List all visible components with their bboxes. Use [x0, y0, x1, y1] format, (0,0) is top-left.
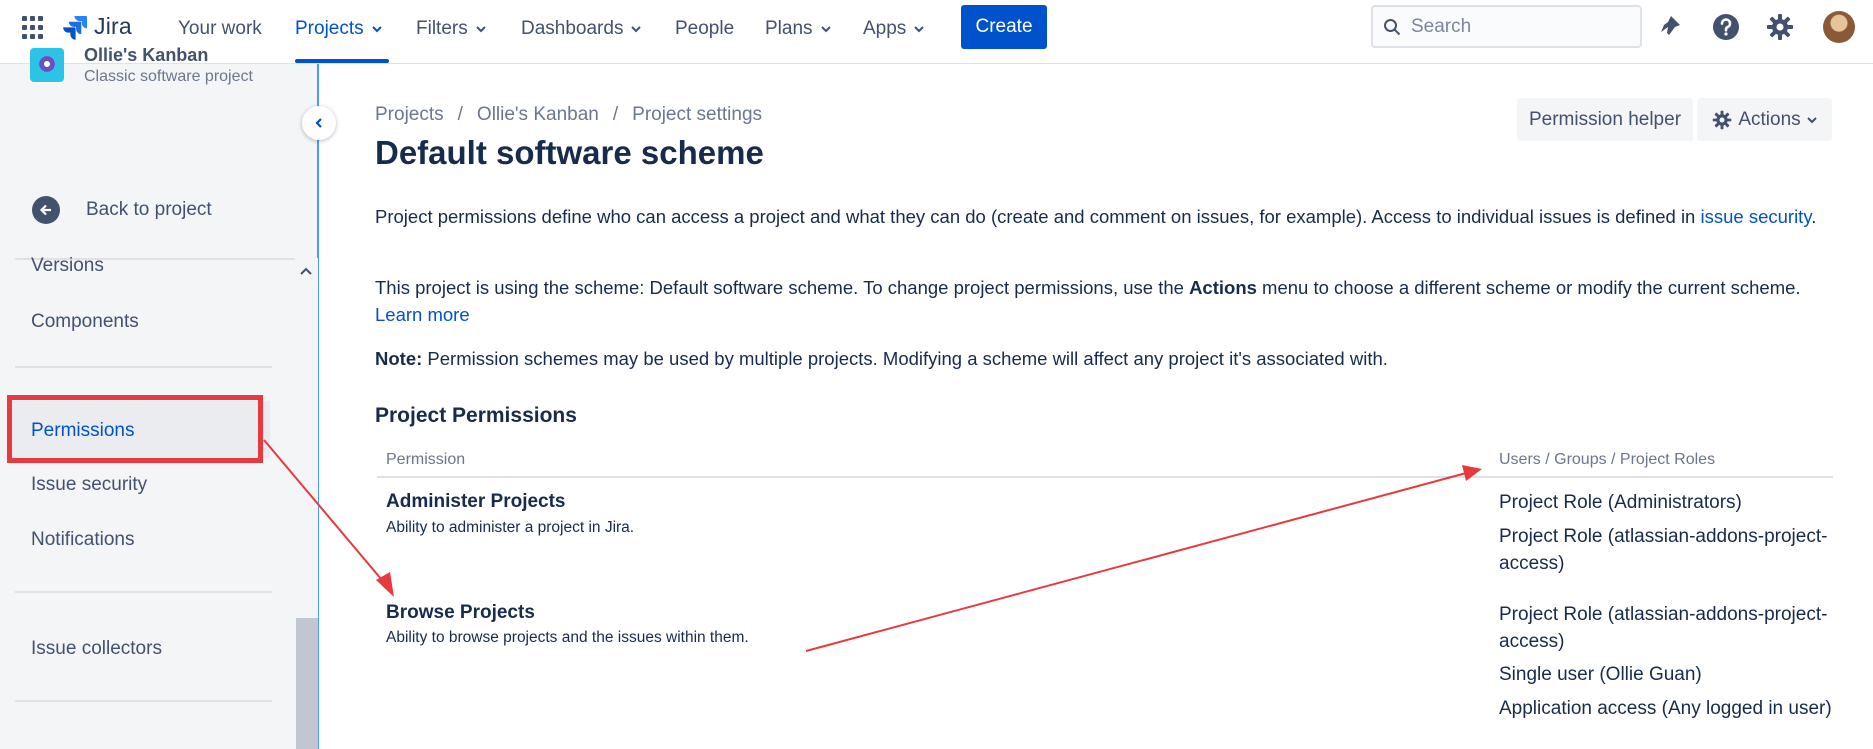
learn-more-link[interactable]: Learn more: [375, 304, 470, 325]
annotation-highlight-box: [7, 395, 263, 463]
nav-label: People: [675, 18, 735, 39]
nav-plans[interactable]: Plans: [765, 16, 831, 42]
sidebar-item-components[interactable]: Components: [31, 311, 139, 333]
chevron-down-icon: [476, 26, 486, 33]
breadcrumb: Projects / Ollie's Kanban / Project sett…: [375, 104, 762, 126]
permission-name: Browse Projects: [386, 602, 535, 623]
nav-your-work[interactable]: Your work: [178, 16, 262, 42]
scroll-up-icon[interactable]: [299, 264, 313, 278]
actions-label: Actions: [1738, 108, 1801, 130]
sidebar-item-issue-collectors[interactable]: Issue collectors: [31, 638, 162, 660]
chevron-down-icon: [631, 26, 642, 33]
chevron-down-icon: [371, 26, 382, 33]
sidebar-scrollbar-thumb[interactable]: [296, 618, 318, 749]
grant-entry: Project Role (Administrators): [1499, 492, 1742, 513]
scheme-paragraph: This project is using the scheme: Defaul…: [375, 274, 1835, 328]
back-to-project-label: Back to project: [86, 199, 212, 220]
user-avatar[interactable]: [1823, 11, 1855, 43]
active-nav-indicator: [295, 59, 389, 63]
search-icon: [1384, 18, 1401, 35]
sidebar-divider: [15, 700, 272, 702]
sidebar-item-issue-security[interactable]: Issue security: [31, 474, 147, 496]
chevron-down-icon: [1806, 116, 1817, 123]
nav-label: Your work: [178, 18, 262, 39]
column-header-grants: Users / Groups / Project Roles: [1499, 451, 1716, 468]
annotation-arrowhead: [1462, 465, 1482, 481]
column-header-permission: Permission: [386, 451, 466, 468]
chevron-down-icon: [914, 26, 925, 33]
breadcrumb-separator: /: [612, 104, 619, 125]
nav-label: Projects: [295, 18, 364, 39]
permission-helper-button[interactable]: Permission helper: [1517, 98, 1693, 141]
breadcrumb-projects[interactable]: Projects: [375, 104, 444, 126]
page-title: Default software scheme: [375, 134, 764, 171]
note-paragraph: Note: Permission schemes may be used by …: [375, 345, 1835, 372]
chevron-left-icon: [315, 118, 322, 128]
settings-gear-icon[interactable]: [1765, 12, 1795, 42]
grant-entry: Project Role (atlassian-addons-project-a…: [1499, 526, 1828, 574]
jira-logo-icon: [63, 15, 87, 40]
chevron-down-icon: [820, 26, 831, 33]
nav-label: Filters: [416, 18, 468, 39]
actions-dropdown-button[interactable]: Actions: [1697, 98, 1832, 141]
scheme-text-1: This project is using the scheme: Defaul…: [375, 277, 1184, 298]
intro-text: Project permissions define who can acces…: [375, 206, 1696, 227]
permission-description: Ability to browse projects and the issue…: [386, 629, 749, 646]
nav-filters[interactable]: Filters: [416, 16, 486, 42]
create-button[interactable]: Create: [961, 5, 1047, 49]
top-navigation: Jira Your work Projects Filters Dashboar…: [0, 0, 1873, 64]
nav-projects[interactable]: Projects: [295, 16, 382, 42]
nav-label: Dashboards: [521, 18, 624, 39]
breadcrumb-project[interactable]: Ollie's Kanban: [477, 104, 599, 126]
help-icon[interactable]: [1711, 12, 1741, 42]
project-header: Ollie's Kanban Classic software project: [30, 42, 253, 88]
grant-entry: Single user (Ollie Guan): [1499, 664, 1702, 685]
notifications-icon[interactable]: [1656, 12, 1686, 42]
nav-label: Plans: [765, 18, 813, 39]
breadcrumb-separator: /: [457, 104, 463, 125]
section-title: Project Permissions: [375, 404, 577, 427]
search-input[interactable]: Search: [1371, 5, 1642, 48]
intro-paragraph: Project permissions define who can acces…: [375, 203, 1835, 230]
permission-helper-label: Permission helper: [1528, 108, 1682, 130]
note-text: Permission schemes may be used by multip…: [427, 348, 1388, 369]
sidebar-item-versions[interactable]: Versions: [31, 255, 104, 277]
permission-description: Ability to administer a project in Jira.: [386, 519, 635, 536]
note-label: Note:: [375, 348, 423, 369]
annotation-arrowhead: [376, 572, 394, 597]
project-name: Ollie's Kanban: [84, 45, 209, 65]
scheme-text-bold: Actions: [1189, 277, 1257, 298]
jira-logo[interactable]: Jira: [62, 13, 132, 40]
nav-people[interactable]: People: [675, 16, 734, 42]
table-header-divider: [377, 476, 1833, 478]
search-placeholder: Search: [1411, 15, 1472, 37]
arrow-left-icon: [32, 196, 60, 224]
grant-entry: Project Role (atlassian-addons-project-a…: [1499, 604, 1828, 652]
project-avatar: [30, 48, 64, 82]
sidebar-item-notifications[interactable]: Notifications: [31, 529, 135, 551]
brand-name: Jira: [94, 13, 132, 39]
sidebar-divider: [15, 591, 272, 593]
project-type: Classic software project: [84, 68, 253, 85]
nav-apps[interactable]: Apps: [863, 16, 925, 42]
issue-security-link[interactable]: issue security: [1701, 206, 1812, 227]
breadcrumb-project-settings[interactable]: Project settings: [632, 104, 762, 126]
back-to-project-link[interactable]: Back to project: [32, 196, 212, 224]
nav-label: Apps: [863, 18, 907, 39]
collapse-sidebar-button[interactable]: [302, 106, 336, 140]
grant-entry: Application access (Any logged in user): [1499, 698, 1832, 719]
sidebar-divider: [15, 366, 272, 368]
annotation-arrow: [805, 471, 1471, 652]
gear-icon: [1713, 110, 1732, 129]
period: .: [1811, 206, 1817, 227]
permission-name: Administer Projects: [386, 491, 566, 512]
nav-dashboards[interactable]: Dashboards: [521, 16, 642, 42]
app-switcher-icon[interactable]: [22, 16, 46, 40]
scheme-text-2: menu to choose a different scheme or mod…: [1262, 277, 1801, 298]
